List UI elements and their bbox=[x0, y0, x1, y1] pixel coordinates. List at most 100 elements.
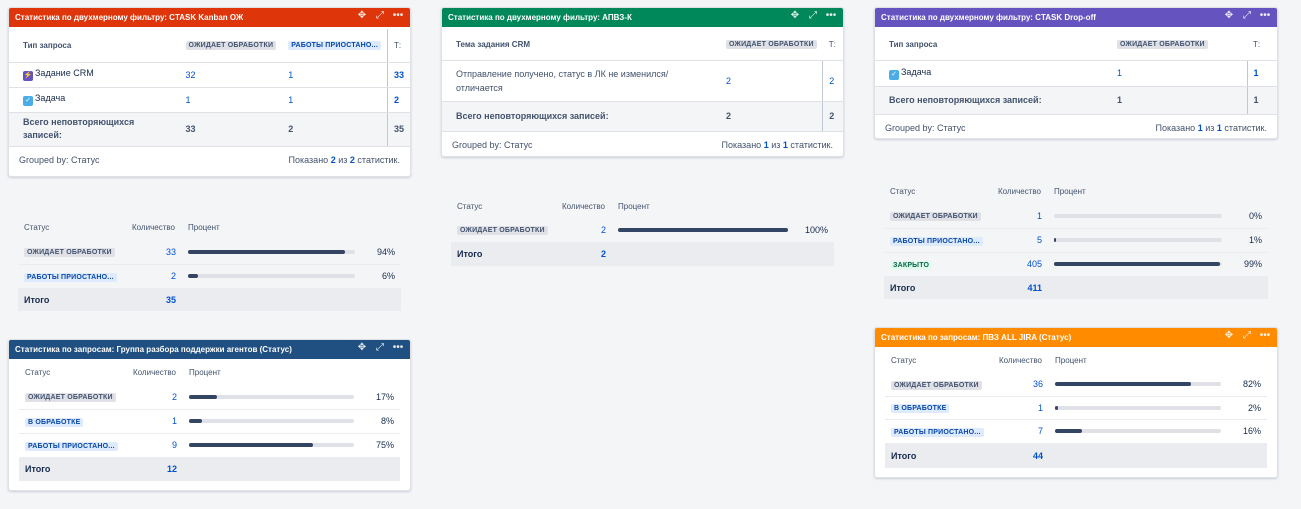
gadget-header[interactable]: Статистика по запросам: Группа разбора п… bbox=[9, 340, 410, 359]
total-value-waiting[interactable]: 1 bbox=[1111, 86, 1247, 115]
row-value-total[interactable]: 1 bbox=[1246, 60, 1277, 87]
total-value-waiting[interactable]: 33 bbox=[179, 112, 283, 147]
more-icon[interactable]: ••• bbox=[825, 10, 837, 21]
total-count[interactable]: 12 bbox=[127, 457, 183, 481]
col-header-count[interactable]: Количество bbox=[127, 359, 183, 385]
move-icon[interactable]: ✥ bbox=[356, 342, 368, 353]
col-header-status[interactable]: Статус bbox=[885, 347, 993, 373]
gadget-header[interactable]: Статистика по запросам: ПВЗ ALL JIRA (Ст… bbox=[875, 328, 1277, 347]
status-lozenge[interactable]: ОЖИДАЕТ ОБРАБОТКИ bbox=[890, 212, 981, 222]
total-count[interactable]: 44 bbox=[993, 443, 1049, 468]
table-row: РАБОТЫ ПРИОСТАНО... 7 16% bbox=[885, 419, 1267, 444]
row-count[interactable]: 1 bbox=[992, 204, 1048, 229]
col-header-percent[interactable]: Процент bbox=[1048, 179, 1228, 204]
col-header-count[interactable]: Количество bbox=[126, 215, 182, 240]
progress-bar bbox=[1054, 262, 1222, 266]
row-value-total[interactable]: 2 bbox=[386, 87, 410, 113]
row-count[interactable]: 2 bbox=[126, 264, 182, 289]
row-value-waiting[interactable]: 1 bbox=[1111, 60, 1247, 87]
table-row: ЗАКРЫТО 405 99% bbox=[884, 252, 1268, 277]
more-icon[interactable]: ••• bbox=[392, 342, 404, 353]
gadget-header[interactable]: Статистика по двухмерному фильтру: CTASK… bbox=[875, 8, 1277, 27]
total-value-total[interactable]: 1 bbox=[1246, 86, 1277, 115]
row-value-total[interactable]: 2 bbox=[822, 60, 843, 102]
col-header-percent[interactable]: Процент bbox=[612, 195, 794, 218]
expand-icon[interactable]: ⤢ bbox=[374, 342, 386, 353]
col-header-status[interactable]: Статус bbox=[884, 179, 992, 204]
gadget-header[interactable]: Статистика по двухмерному фильтру: АПВЗ-… bbox=[442, 8, 843, 27]
expand-icon[interactable]: ⤢ bbox=[807, 10, 819, 21]
total-value-paused[interactable]: 2 bbox=[282, 112, 388, 147]
col-header-count[interactable]: Количество bbox=[992, 179, 1048, 204]
row-value-paused[interactable]: 1 bbox=[282, 62, 388, 88]
col-header-status[interactable]: Статус bbox=[451, 195, 556, 218]
table-row: РАБОТЫ ПРИОСТАНО... 9 75% bbox=[19, 433, 400, 458]
expand-icon[interactable]: ⤢ bbox=[374, 10, 386, 21]
move-icon[interactable]: ✥ bbox=[356, 10, 368, 21]
status-lozenge[interactable]: ОЖИДАЕТ ОБРАБОТКИ bbox=[891, 380, 982, 390]
twod-table: Тип запроса ОЖИДАЕТ ОБРАБОТКИ РАБОТЫ ПРИ… bbox=[9, 29, 410, 147]
status-lozenge[interactable]: РАБОТЫ ПРИОСТАНО... bbox=[891, 427, 984, 437]
row-count[interactable]: 36 bbox=[993, 373, 1049, 397]
row-count[interactable]: 9 bbox=[127, 433, 183, 458]
shown-count: Показано 2 из 2 статистик. bbox=[288, 154, 400, 165]
more-icon[interactable]: ••• bbox=[1259, 330, 1271, 341]
col-header-count[interactable]: Количество bbox=[556, 195, 612, 218]
total-value-total[interactable]: 2 bbox=[822, 101, 843, 132]
status-lozenge[interactable]: РАБОТЫ ПРИОСТАНО... bbox=[25, 441, 118, 451]
col-header-waiting[interactable]: ОЖИДАЕТ ОБРАБОТКИ bbox=[185, 41, 277, 51]
row-count[interactable]: 33 bbox=[126, 240, 182, 265]
status-lozenge[interactable]: РАБОТЫ ПРИОСТАНО... bbox=[890, 236, 983, 246]
status-lozenge[interactable]: В ОБРАБОТКЕ bbox=[891, 404, 950, 413]
row-count[interactable]: 405 bbox=[992, 252, 1048, 277]
move-icon[interactable]: ✥ bbox=[789, 10, 801, 21]
row-value-waiting[interactable]: 32 bbox=[179, 62, 283, 88]
row-count[interactable]: 1 bbox=[993, 396, 1049, 420]
row-count[interactable]: 7 bbox=[993, 419, 1049, 444]
row-count[interactable]: 5 bbox=[992, 228, 1048, 253]
status-lozenge[interactable]: РАБОТЫ ПРИОСТАНО... bbox=[24, 272, 117, 282]
col-header-percent[interactable]: Процент bbox=[183, 359, 360, 385]
col-header-count[interactable]: Количество bbox=[993, 347, 1049, 373]
col-header-percent[interactable]: Процент bbox=[1049, 347, 1227, 373]
more-icon[interactable]: ••• bbox=[1259, 10, 1271, 21]
total-count[interactable]: 35 bbox=[126, 288, 182, 311]
gadget-header[interactable]: Статистика по двухмерному фильтру: CTASK… bbox=[9, 8, 410, 27]
col-header-type[interactable]: Тип запроса bbox=[9, 29, 180, 63]
total-value-total[interactable]: 35 bbox=[386, 112, 410, 147]
task-icon: ✓ bbox=[889, 69, 899, 80]
expand-icon[interactable]: ⤢ bbox=[1241, 10, 1253, 21]
row-percent: 75% bbox=[360, 433, 400, 458]
total-count[interactable]: 2 bbox=[556, 242, 612, 266]
col-header-waiting[interactable]: ОЖИДАЕТ ОБРАБОТКИ bbox=[726, 40, 817, 50]
col-header-percent[interactable]: Процент bbox=[182, 215, 361, 240]
status-lozenge[interactable]: ОЖИДАЕТ ОБРАБОТКИ bbox=[25, 393, 116, 403]
row-count[interactable]: 2 bbox=[556, 218, 612, 243]
col-header-status[interactable]: Статус bbox=[18, 215, 126, 240]
total-value-waiting[interactable]: 2 bbox=[720, 101, 823, 132]
total-count[interactable]: 411 bbox=[992, 276, 1048, 299]
col-header-theme[interactable]: Тема задания CRM bbox=[442, 29, 720, 61]
status-lozenge[interactable]: ОЖИДАЕТ ОБРАБОТКИ bbox=[24, 248, 115, 258]
row-value-waiting[interactable]: 2 bbox=[720, 60, 823, 102]
grouped-by: Grouped by: Статус bbox=[885, 122, 966, 133]
more-icon[interactable]: ••• bbox=[392, 10, 404, 21]
status-lozenge[interactable]: В ОБРАБОТКЕ bbox=[25, 417, 84, 427]
status-lozenge[interactable]: ЗАКРЫТО bbox=[890, 260, 933, 270]
col-header-status[interactable]: Статус bbox=[19, 359, 127, 385]
row-count[interactable]: 2 bbox=[127, 385, 183, 410]
row-value-waiting[interactable]: 1 bbox=[179, 87, 283, 113]
expand-icon[interactable]: ⤢ bbox=[1241, 330, 1253, 341]
col-header-paused[interactable]: РАБОТЫ ПРИОСТАНО... bbox=[288, 41, 381, 51]
status-lozenge[interactable]: ОЖИДАЕТ ОБРАБОТКИ bbox=[457, 226, 548, 236]
col-header-type[interactable]: Тип запроса bbox=[875, 29, 1111, 61]
row-value-paused[interactable]: 1 bbox=[282, 87, 388, 113]
move-icon[interactable]: ✥ bbox=[1223, 330, 1235, 341]
move-icon[interactable]: ✥ bbox=[1223, 10, 1235, 21]
col-header-waiting[interactable]: ОЖИДАЕТ ОБРАБОТКИ bbox=[1117, 40, 1208, 50]
progress-bar bbox=[618, 227, 788, 232]
row-count[interactable]: 1 bbox=[127, 409, 183, 434]
row-value-total[interactable]: 33 bbox=[386, 62, 410, 88]
table-row: В ОБРАБОТКЕ 1 8% bbox=[19, 409, 400, 434]
total-row: Итого 35 bbox=[18, 288, 401, 311]
